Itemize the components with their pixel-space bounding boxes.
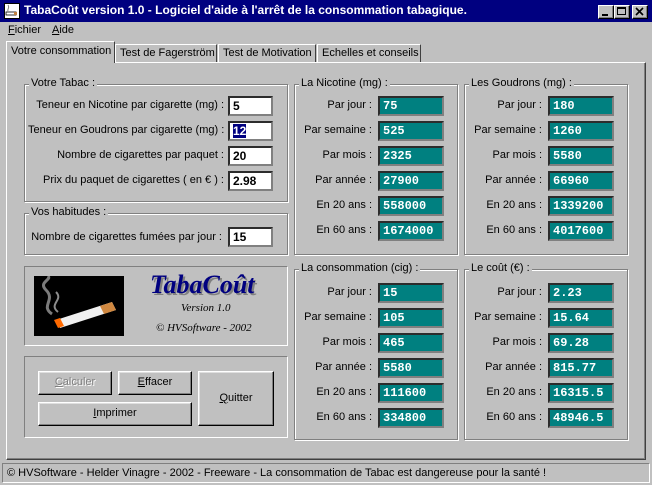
goudrons-label-mois: Par mois : <box>492 149 542 161</box>
close-button[interactable] <box>632 5 648 19</box>
goudrons-value-mois: 5580 <box>548 146 614 166</box>
cout-label-60-ans: En 60 ans : <box>486 411 542 423</box>
consommation-value-60-ans: 334800 <box>378 408 444 428</box>
menu-bar: Fichier Aide <box>0 22 652 40</box>
effacer-button[interactable]: Effacer <box>118 371 192 395</box>
consommation-label-mois: Par mois : <box>322 336 372 348</box>
goudrons-label-annee: Par année : <box>485 174 542 186</box>
group-title-consommation: La consommation (cig) : <box>299 262 421 274</box>
cout-label-annee: Par année : <box>485 361 542 373</box>
nicotine-value-jour: 75 <box>378 96 444 116</box>
consommation-value-mois: 465 <box>378 333 444 353</box>
logo-title: TabaCoût <box>150 270 255 299</box>
consommation-label-annee: Par année : <box>315 361 372 373</box>
cout-value-60-ans: 48946.5 <box>548 408 614 428</box>
cout-label-jour: Par jour : <box>497 286 542 298</box>
logo-copyright: © HVSoftware - 2002 <box>156 322 252 334</box>
consommation-value-annee: 5580 <box>378 358 444 378</box>
input-nicotine-cig[interactable]: 5 <box>228 96 273 116</box>
nicotine-label-20-ans: En 20 ans : <box>316 199 372 211</box>
cout-value-20-ans: 16315.5 <box>548 383 614 403</box>
quitter-button[interactable]: Quitter <box>198 371 274 426</box>
maximize-button[interactable] <box>614 5 630 19</box>
input-goudrons-cig[interactable]: 12 <box>228 121 273 141</box>
goudrons-value-semaine: 1260 <box>548 121 614 141</box>
consommation-value-20-ans: 111600 <box>378 383 444 403</box>
nicotine-value-semaine: 525 <box>378 121 444 141</box>
group-title-goudrons: Les Goudrons (mg) : <box>469 77 574 89</box>
nicotine-label-semaine: Par semaine : <box>304 124 372 136</box>
app-icon[interactable] <box>4 3 20 19</box>
goudrons-label-60-ans: En 60 ans : <box>486 224 542 236</box>
logo-version: Version 1.0 <box>181 302 231 314</box>
tab-echelles-conseils[interactable]: Echelles et conseils <box>317 44 421 62</box>
cout-label-semaine: Par semaine : <box>474 311 542 323</box>
label-nicotine-cig: Teneur en Nicotine par cigarette (mg) : <box>36 99 224 111</box>
status-bar: © HVSoftware - Helder Vinagre - 2002 - F… <box>2 463 650 483</box>
group-title-vos-habitudes: Vos habitudes : <box>29 206 109 218</box>
nicotine-label-60-ans: En 60 ans : <box>316 224 372 236</box>
goudrons-label-20-ans: En 20 ans : <box>486 199 542 211</box>
consommation-value-jour: 15 <box>378 283 444 303</box>
goudrons-value-jour: 180 <box>548 96 614 116</box>
tab-votre-consommation[interactable]: Votre consommation <box>6 41 115 63</box>
tab-test-motivation[interactable]: Test de Motivation <box>218 44 316 62</box>
label-prix-paquet: Prix du paquet de cigarettes ( en € ) : <box>43 174 224 186</box>
menu-aide[interactable]: Aide <box>52 24 74 36</box>
nicotine-label-annee: Par année : <box>315 174 372 186</box>
consommation-label-60-ans: En 60 ans : <box>316 411 372 423</box>
menu-fichier[interactable]: Fichier <box>8 24 41 36</box>
goudrons-value-annee: 66960 <box>548 171 614 191</box>
input-cigarettes-jour[interactable]: 15 <box>228 227 273 247</box>
goudrons-label-jour: Par jour : <box>497 99 542 111</box>
nicotine-value-annee: 27900 <box>378 171 444 191</box>
consommation-label-20-ans: En 20 ans : <box>316 386 372 398</box>
group-title-cout: Le coût (€) : <box>469 262 532 274</box>
nicotine-value-mois: 2325 <box>378 146 444 166</box>
group-title-nicotine: La Nicotine (mg) : <box>299 77 390 89</box>
nicotine-label-jour: Par jour : <box>327 99 372 111</box>
label-cigarettes-jour: Nombre de cigarettes fumées par jour : <box>31 231 222 243</box>
cout-value-annee: 815.77 <box>548 358 614 378</box>
label-cigarettes-paquet: Nombre de cigarettes par paquet : <box>57 149 224 161</box>
cout-label-20-ans: En 20 ans : <box>486 386 542 398</box>
cout-value-jour: 2.23 <box>548 283 614 303</box>
input-prix-paquet[interactable]: 2.98 <box>228 171 273 191</box>
consommation-label-jour: Par jour : <box>327 286 372 298</box>
window-title: TabaCoût version 1.0 - Logiciel d'aide à… <box>24 3 467 17</box>
consommation-value-semaine: 105 <box>378 308 444 328</box>
input-cigarettes-paquet[interactable]: 20 <box>228 146 273 166</box>
calculer-button[interactable]: Calculer <box>38 371 112 395</box>
goudrons-value-60-ans: 4017600 <box>548 221 614 241</box>
nicotine-value-60-ans: 1674000 <box>378 221 444 241</box>
goudrons-value-20-ans: 1339200 <box>548 196 614 216</box>
cigarette-image <box>34 274 124 336</box>
group-title-votre-tabac: Votre Tabac : <box>29 77 98 89</box>
cout-value-semaine: 15.64 <box>548 308 614 328</box>
goudrons-label-semaine: Par semaine : <box>474 124 542 136</box>
cout-value-mois: 69.28 <box>548 333 614 353</box>
minimize-button[interactable] <box>598 5 614 19</box>
nicotine-value-20-ans: 558000 <box>378 196 444 216</box>
label-goudrons-cig: Teneur en Goudrons par cigarette (mg) : <box>28 124 225 136</box>
title-bar[interactable]: TabaCoût version 1.0 - Logiciel d'aide à… <box>0 0 652 22</box>
tab-test-fagerstrom[interactable]: Test de Fagerström <box>115 44 217 62</box>
consommation-label-semaine: Par semaine : <box>304 311 372 323</box>
imprimer-button[interactable]: Imprimer <box>38 402 192 426</box>
cout-label-mois: Par mois : <box>492 336 542 348</box>
nicotine-label-mois: Par mois : <box>322 149 372 161</box>
